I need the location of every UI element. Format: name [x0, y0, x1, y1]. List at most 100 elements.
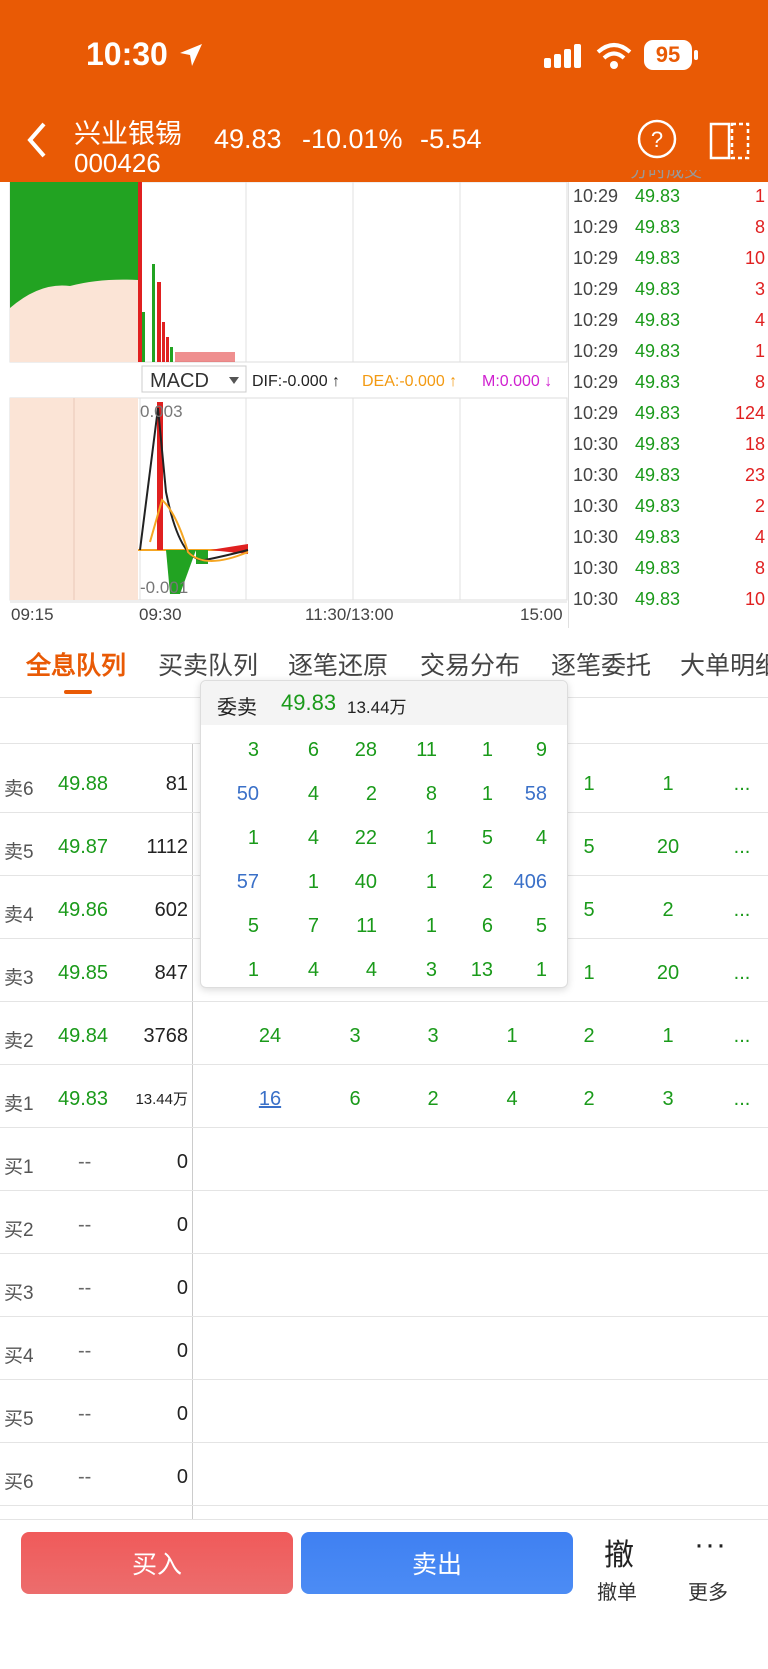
queue-order[interactable]: ...: [712, 962, 768, 985]
popup-order: 1: [425, 871, 437, 893]
popup-order: 58: [524, 783, 547, 805]
book-row-volume: 602: [154, 899, 188, 921]
book-row-volume: 0: [176, 1277, 188, 1299]
book-row-divider: [0, 1127, 768, 1128]
queue-order[interactable]: 16: [240, 1088, 300, 1111]
more-icon[interactable]: ···: [694, 1528, 727, 1562]
status-bar: 10:30 95: [0, 0, 768, 108]
queue-order[interactable]: 1: [482, 1025, 542, 1048]
cancel-order-icon[interactable]: 撤: [604, 1530, 634, 1574]
tab-full-queue[interactable]: 全息队列: [26, 646, 126, 682]
macd-label[interactable]: MACD: [150, 370, 209, 393]
queue-order[interactable]: 20: [638, 962, 698, 985]
signal-icon: [544, 44, 581, 68]
tick-row: 10:29 49.83 4: [569, 304, 768, 334]
tick-time: 10:30: [573, 527, 619, 547]
wifi-icon: [596, 43, 632, 69]
queue-popup[interactable]: 委卖 49.83 13.44万 3 6 28 11 1 9 50 4 2 8 1 58 1 4 22 1 5 4 5…: [200, 680, 568, 988]
book-row-price: --: [78, 1340, 92, 1362]
tick-price: 49.83: [635, 341, 681, 361]
popup-order: 6: [307, 739, 319, 761]
tab-tick-restore[interactable]: 逐笔还原: [288, 646, 388, 682]
tick-volume: 8: [754, 558, 765, 578]
book-row-price: --: [78, 1151, 92, 1173]
popup-order: 57: [236, 871, 259, 893]
book-row-label: 买4: [4, 1346, 34, 1367]
tab-bid-ask-queue[interactable]: 买卖队列: [158, 646, 258, 682]
tick-volume: 10: [744, 589, 765, 609]
queue-order[interactable]: 5: [559, 836, 619, 859]
tab-large-orders[interactable]: 大单明细: [680, 646, 768, 682]
tick-time: 10:30: [573, 558, 619, 578]
queue-order[interactable]: 1: [559, 773, 619, 796]
book-row-volume: 3768: [143, 1025, 189, 1047]
queue-order[interactable]: 6: [325, 1088, 385, 1111]
tick-row: 10:29 49.83 8: [569, 366, 768, 396]
tick-row: 10:29 49.83 124: [569, 397, 768, 427]
help-icon[interactable]: ?: [636, 118, 678, 160]
queue-order[interactable]: 24: [240, 1025, 300, 1048]
tick-price: 49.83: [635, 186, 681, 206]
queue-order[interactable]: ...: [712, 836, 768, 859]
book-row-divider: [0, 1316, 768, 1317]
tick-price: 49.83: [635, 372, 681, 392]
queue-order[interactable]: 2: [559, 1025, 619, 1048]
queue-order[interactable]: 2: [559, 1088, 619, 1111]
book-row-label: 买6: [4, 1472, 34, 1493]
tick-price: 49.83: [635, 589, 681, 609]
popup-order: 2: [365, 783, 377, 805]
tick-row: 10:30 49.83 4: [569, 521, 768, 551]
popup-order: 6: [481, 915, 493, 937]
tick-time: 10:30: [573, 589, 619, 609]
queue-order[interactable]: ...: [712, 1025, 768, 1048]
popup-order: 3: [425, 959, 437, 981]
book-row-volume: 0: [176, 1403, 188, 1425]
book-row-price: --: [78, 1214, 92, 1236]
stock-change: -5.54: [420, 124, 482, 154]
tick-time: 10:29: [573, 217, 619, 237]
back-icon[interactable]: [24, 120, 50, 160]
queue-order[interactable]: 1: [559, 962, 619, 985]
tab-trade-distribution[interactable]: 交易分布: [420, 646, 520, 682]
popup-order: 1: [535, 959, 547, 981]
tick-volume: 1: [754, 341, 765, 361]
tick-price: 49.83: [635, 465, 681, 485]
book-row-volume: 81: [165, 773, 188, 795]
queue-order[interactable]: 1: [638, 773, 698, 796]
popup-order: 11: [356, 915, 377, 937]
buy-button[interactable]: 买入: [21, 1532, 293, 1594]
tick-list[interactable]: 10:29 49.83 1 10:29 49.83 8 10:29 49.83 10 10:29 4…: [568, 182, 768, 628]
popup-order: 11: [416, 739, 437, 761]
queue-order[interactable]: 2: [403, 1088, 463, 1111]
macd-m: M:0.000 ↓: [482, 373, 553, 390]
queue-order[interactable]: 3: [403, 1025, 463, 1048]
queue-order[interactable]: 1: [638, 1025, 698, 1048]
queue-order[interactable]: 3: [638, 1088, 698, 1111]
stock-name: 兴业银锡: [74, 119, 182, 149]
cancel-order-label[interactable]: 撤单: [597, 1576, 637, 1605]
queue-order[interactable]: ...: [712, 899, 768, 922]
layout-switch-icon[interactable]: [708, 118, 752, 162]
popup-order: 40: [354, 871, 377, 893]
queue-order[interactable]: 5: [559, 899, 619, 922]
intraday-chart[interactable]: [0, 182, 568, 628]
queue-order[interactable]: 20: [638, 836, 698, 859]
tick-volume: 10: [744, 248, 765, 268]
tab-tick-orders[interactable]: 逐笔委托: [551, 646, 651, 682]
x-label-1130: 11:30/13:00: [305, 605, 394, 624]
tick-volume: 4: [754, 310, 765, 330]
queue-order[interactable]: ...: [712, 1088, 768, 1111]
queue-order[interactable]: 2: [638, 899, 698, 922]
queue-order[interactable]: 4: [482, 1088, 542, 1111]
sell-button[interactable]: 卖出: [301, 1532, 573, 1594]
book-row-label: 卖1: [4, 1094, 34, 1115]
queue-order[interactable]: ...: [712, 773, 768, 796]
tick-row: 10:29 49.83 1: [569, 335, 768, 365]
tick-price: 49.83: [635, 496, 681, 516]
more-label[interactable]: 更多: [688, 1576, 728, 1605]
queue-order[interactable]: 3: [325, 1025, 385, 1048]
popup-order: 13: [470, 959, 493, 981]
tick-row: 10:29 49.83 3: [569, 273, 768, 303]
chevron-down-icon[interactable]: [228, 376, 240, 386]
tick-row: 10:30 49.83 23: [569, 459, 768, 489]
